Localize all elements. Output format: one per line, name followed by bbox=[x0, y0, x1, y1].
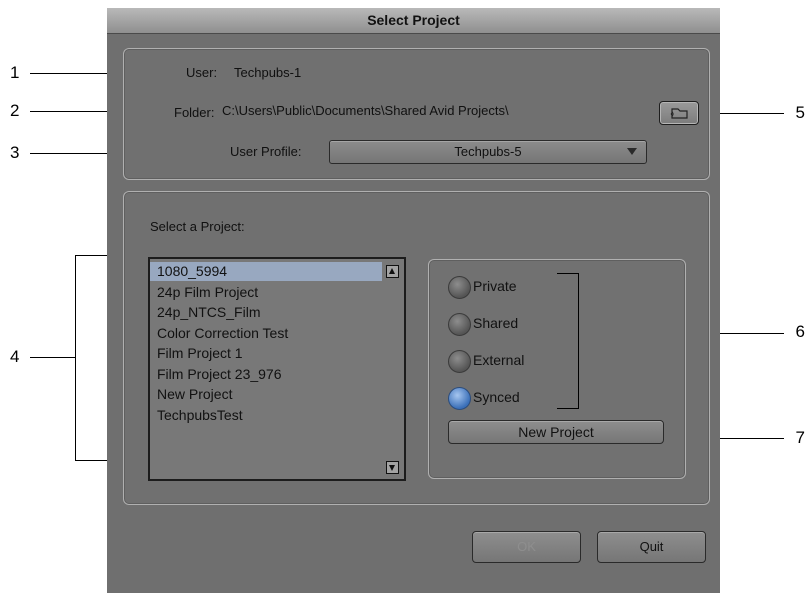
project-list-item[interactable]: 1080_5994 bbox=[150, 262, 382, 281]
location-radio-shared[interactable] bbox=[448, 313, 471, 336]
callout-4-bracket bbox=[75, 255, 76, 461]
project-list-item[interactable]: 24p_NTCS_Film bbox=[150, 303, 382, 322]
project-list-item[interactable]: TechpubsTest bbox=[150, 406, 382, 425]
chevron-down-icon bbox=[627, 148, 637, 155]
project-list-item[interactable]: Color Correction Test bbox=[150, 324, 382, 343]
scroll-up-icon bbox=[389, 268, 395, 274]
location-radio-private[interactable] bbox=[448, 276, 471, 299]
folder-path: C:\Users\Public\Documents\Shared Avid Pr… bbox=[222, 103, 509, 118]
callout-6: 6 bbox=[795, 322, 805, 341]
callout-2: 2 bbox=[10, 101, 20, 120]
dialog-title[interactable]: Select Project bbox=[107, 8, 720, 34]
callout-1: 1 bbox=[10, 63, 20, 82]
scroll-down-button[interactable] bbox=[386, 461, 399, 474]
ok-button[interactable]: OK bbox=[472, 531, 581, 563]
user-value: Techpubs-1 bbox=[234, 65, 302, 80]
folder-browse-button[interactable] bbox=[659, 101, 699, 125]
project-list-item[interactable]: 24p Film Project bbox=[150, 283, 382, 302]
user-profile-dropdown[interactable]: Techpubs-5 bbox=[329, 140, 647, 164]
project-list-item[interactable]: Film Project 23_976 bbox=[150, 365, 382, 384]
location-radio-synced[interactable] bbox=[448, 387, 471, 410]
scroll-up-button[interactable] bbox=[386, 265, 399, 278]
callout-4-line bbox=[30, 357, 75, 358]
scroll-down-icon bbox=[389, 465, 395, 471]
callout-3: 3 bbox=[10, 143, 20, 162]
location-radio-label: Shared bbox=[473, 315, 519, 331]
project-list-item[interactable]: Film Project 1 bbox=[150, 344, 382, 363]
folder-icon bbox=[670, 108, 688, 119]
location-radio-label: Private bbox=[473, 278, 517, 294]
select-project-label: Select a Project: bbox=[150, 219, 245, 234]
project-list[interactable]: 1080_5994 24p Film Project 24p_NTCS_Film Co… bbox=[148, 257, 406, 481]
location-radio-label: External bbox=[473, 352, 525, 368]
location-radio-external[interactable] bbox=[448, 350, 471, 373]
quit-button[interactable]: Quit bbox=[597, 531, 706, 563]
callout-5: 5 bbox=[795, 103, 805, 122]
callout-6-bracket bbox=[578, 273, 579, 409]
user-label: User: bbox=[186, 65, 218, 80]
new-project-button[interactable]: New Project bbox=[448, 420, 664, 444]
project-list-item[interactable]: New Project bbox=[150, 385, 382, 404]
user-profile-value: Techpubs-5 bbox=[454, 144, 522, 159]
user-info-panel: User: Techpubs-1 Folder: C:\Users\Public… bbox=[123, 48, 710, 180]
callout-6-bracket-bottom bbox=[557, 408, 579, 409]
select-project-dialog: Select Project User: Techpubs-1 Folder: … bbox=[107, 8, 720, 593]
location-radio-label: Synced bbox=[473, 389, 520, 405]
folder-label: Folder: bbox=[174, 105, 215, 120]
callout-6-bracket-top bbox=[557, 273, 579, 274]
project-panel: Select a Project: 1080_5994 24p Film Proj… bbox=[123, 191, 710, 505]
user-profile-label: User Profile: bbox=[230, 144, 302, 159]
callout-4: 4 bbox=[10, 347, 20, 366]
project-location-group: Private Shared External Synced New Project bbox=[428, 259, 686, 479]
callout-7: 7 bbox=[795, 428, 805, 447]
